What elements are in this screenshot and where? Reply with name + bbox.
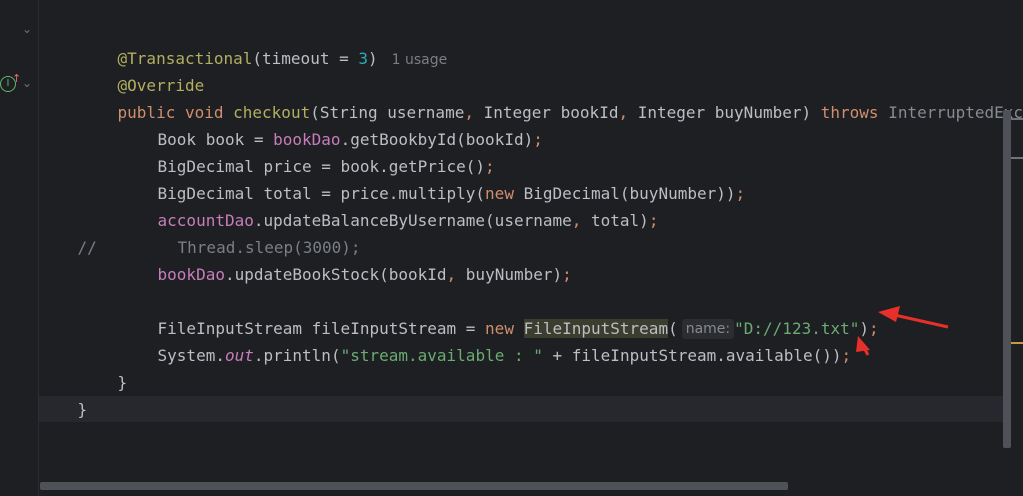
annotation-arrows xyxy=(856,306,949,356)
red-arrow-1 xyxy=(878,306,949,329)
red-arrow-2 xyxy=(856,336,870,356)
